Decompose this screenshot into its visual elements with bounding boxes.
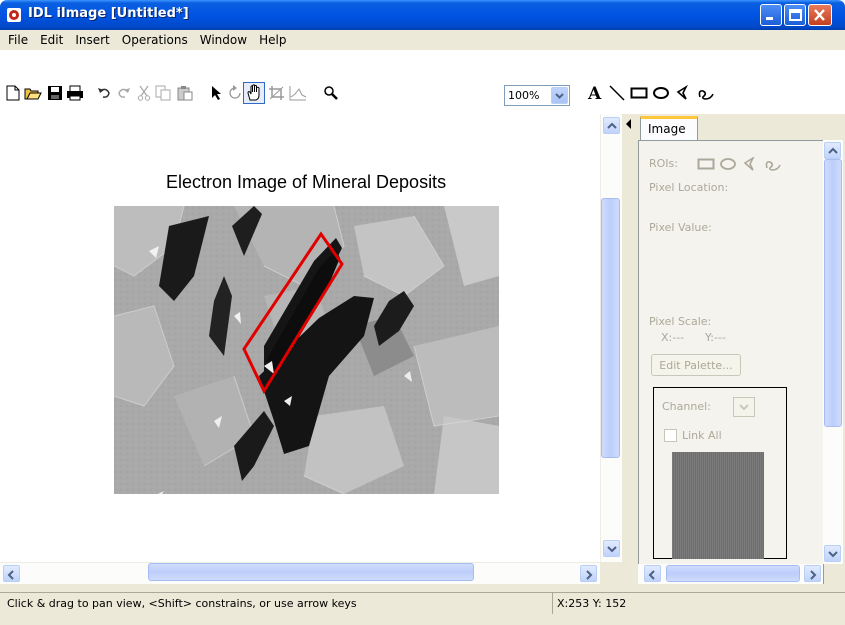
image-tab-body: ROIs: Pixel Location: Pixel Value: Pixel… [638,140,824,584]
new-icon[interactable] [4,84,22,102]
chevron-right-icon [586,570,593,580]
maximize-button[interactable] [784,4,806,26]
scroll-down-button[interactable] [603,540,620,557]
chevron-left-icon [7,570,14,580]
panel-splitter[interactable] [622,114,636,584]
edit-palette-button[interactable]: Edit Palette... [651,354,741,376]
zoom-value: 100% [508,89,540,102]
undo-icon[interactable] [95,84,113,102]
chevron-left-icon [648,570,655,580]
rotate-icon[interactable] [226,84,244,102]
bottom-spacer [0,584,845,592]
rois-label: ROIs: [649,157,678,170]
window-bottom-edge [0,614,845,625]
chevron-down-icon [607,546,617,553]
line-profile-icon[interactable] [289,84,307,102]
chevron-right-icon [810,570,817,580]
chevron-up-icon [607,122,617,129]
menu-file[interactable]: File [2,33,34,47]
zoom-icon[interactable] [322,84,340,102]
scroll-right-button[interactable] [580,565,597,582]
line-tool-icon[interactable] [608,84,626,102]
svg-text:A: A [587,84,602,102]
image-panel: Image ROIs: Pixel Location: Pixel Value:… [636,114,845,584]
oval-tool-icon[interactable] [652,84,670,102]
freehand-tool-icon[interactable] [696,84,714,102]
redo-icon[interactable] [115,84,133,102]
paste-icon[interactable] [176,84,194,102]
menu-insert[interactable]: Insert [69,33,115,47]
mineral-image[interactable] [114,206,499,494]
pixel-scale-label: Pixel Scale: [649,315,712,328]
scroll-corner [600,562,622,584]
tab-image[interactable]: Image [640,116,698,140]
status-coordinates: X:253 Y: 152 [552,593,845,614]
rectangle-roi-icon[interactable] [697,157,715,171]
close-icon [814,9,825,21]
chevron-down-icon [828,551,838,558]
scroll-up-button[interactable] [603,117,620,134]
menu-bar: File Edit Insert Operations Window Help [0,30,845,50]
oval-roi-icon[interactable] [719,157,737,171]
idl-app-icon [7,8,21,22]
channel-label: Channel: [662,400,711,413]
select-arrow-icon[interactable] [208,84,226,102]
toolbar: 100% A [0,50,845,114]
freehand-roi-icon[interactable] [763,157,783,171]
copy-icon[interactable] [154,84,172,102]
pixel-scale-y: Y:--- [705,331,726,344]
pixel-scale-x: X:--- [661,331,685,344]
chevron-down-icon [555,93,564,99]
chevron-up-icon [828,147,838,154]
cut-icon[interactable] [135,84,153,102]
window-title: IDL iImage [Untitled*] [28,6,189,21]
zoom-select[interactable]: 100% [504,85,570,106]
image-title: Electron Image of Mineral Deposits [165,172,447,192]
status-message: Click & drag to pan view, <Shift> constr… [7,597,357,610]
polygon-roi-icon[interactable] [741,157,759,171]
panel-horizontal-scroll-thumb[interactable] [666,565,800,582]
pan-hand-icon[interactable] [243,82,265,104]
panel-scroll-right-button[interactable] [804,565,821,582]
save-icon[interactable] [46,84,64,102]
menu-window[interactable]: Window [194,33,253,47]
link-all-checkbox[interactable] [664,429,677,442]
minimize-button[interactable] [760,4,782,26]
channel-group: Channel: Link All [653,387,787,559]
print-icon[interactable] [66,84,84,102]
panel-scroll-up-button[interactable] [824,142,841,159]
scroll-left-button[interactable] [3,565,20,582]
canvas-vertical-scroll-thumb[interactable] [601,198,620,458]
pixel-value-label: Pixel Value: [649,221,712,234]
status-bar: Click & drag to pan view, <Shift> constr… [0,592,845,614]
pixel-location-label: Pixel Location: [649,181,729,194]
panel-scroll-left-button[interactable] [644,565,661,582]
maximize-icon [789,9,802,21]
rectangle-tool-icon[interactable] [630,84,648,102]
text-tool-icon[interactable]: A [586,84,604,102]
chevron-down-icon [739,404,749,411]
panel-vertical-scroll-thumb[interactable] [824,159,842,427]
channel-select[interactable] [733,397,755,417]
title-bar: IDL iImage [Untitled*] [0,0,845,30]
canvas-horizontal-scroll-thumb[interactable] [148,563,474,581]
palette-preview [672,452,764,559]
open-icon[interactable] [24,84,42,102]
collapse-arrow-icon[interactable] [624,118,634,130]
menu-help[interactable]: Help [253,33,292,47]
minimize-icon [766,17,773,20]
crop-icon[interactable] [268,84,286,102]
menu-edit[interactable]: Edit [34,33,69,47]
zoom-dropdown-button[interactable] [551,87,568,104]
menu-operations[interactable]: Operations [116,33,194,47]
link-all-label: Link All [682,429,722,442]
panel-scroll-down-button[interactable] [824,545,841,562]
close-button[interactable] [808,4,832,26]
image-canvas[interactable]: Electron Image of Mineral Deposits [0,114,600,562]
polygon-tool-icon[interactable] [674,84,692,102]
